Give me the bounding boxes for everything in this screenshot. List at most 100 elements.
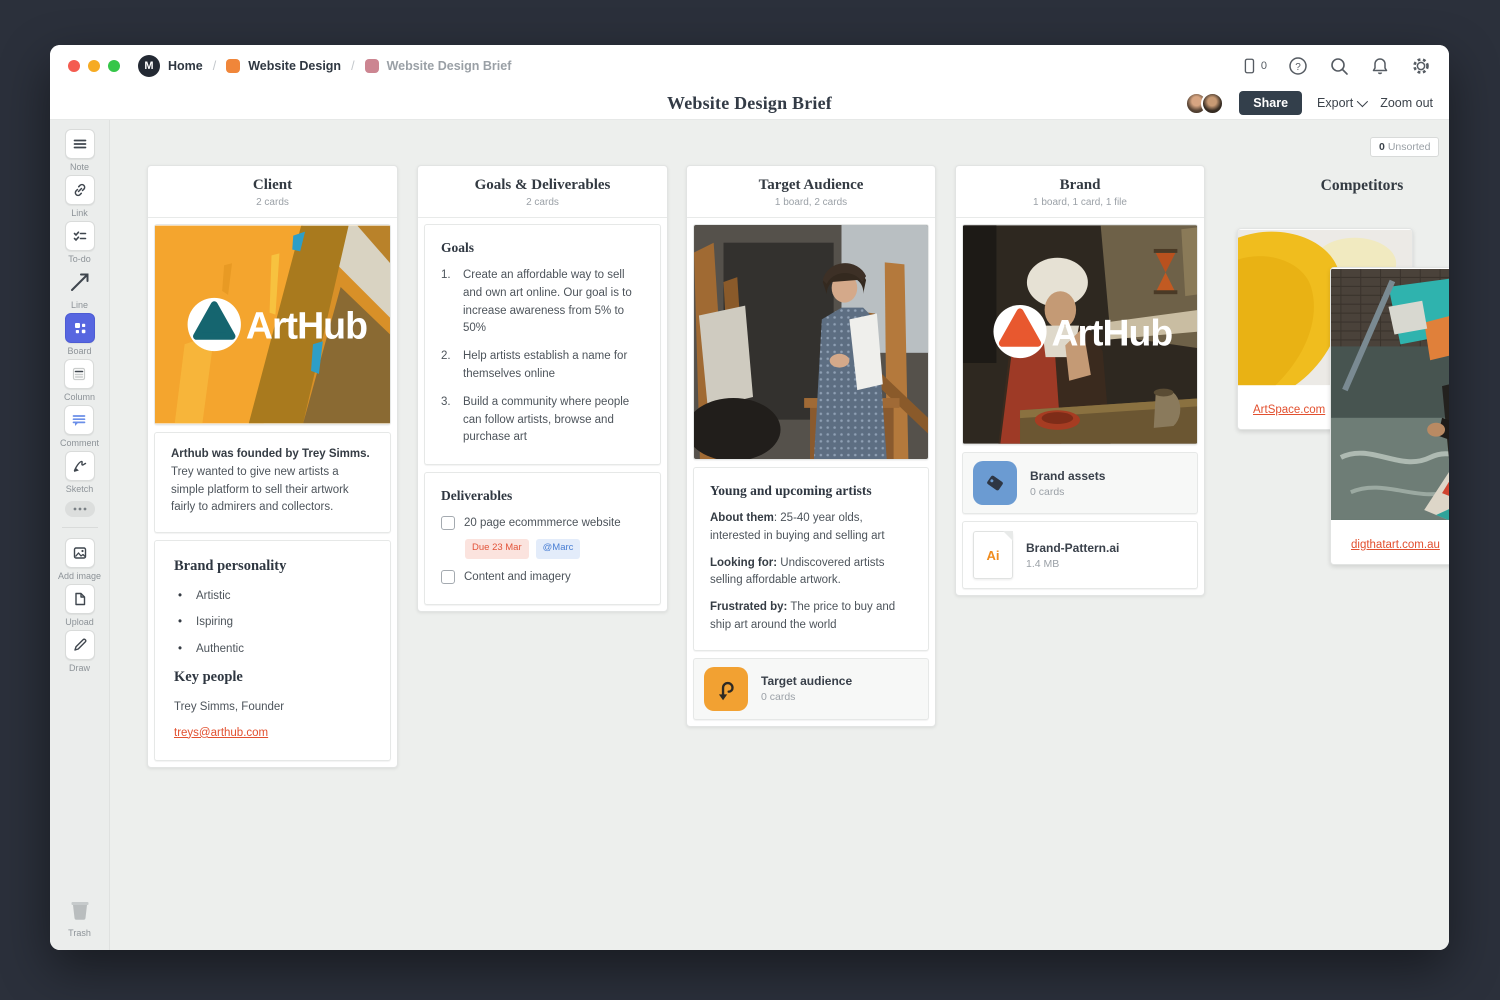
arthub-logo-text: ArtHub: [1052, 311, 1173, 353]
column-header[interactable]: Target Audience 1 board, 2 cards: [687, 166, 935, 218]
unsorted-badge[interactable]: 0Unsorted: [1370, 137, 1439, 157]
trash-icon: [67, 897, 93, 923]
image-card-brand-painting[interactable]: ArtHub: [962, 224, 1198, 445]
tool-label: Add image: [58, 571, 101, 581]
note-heading: Key people: [174, 667, 371, 689]
image-card-artist-studio[interactable]: [693, 224, 929, 460]
note-card-brand-personality[interactable]: Brand personality •Artistic •Ispiring •A…: [154, 540, 391, 761]
note-heading: Goals: [441, 238, 644, 259]
notifications-bell-icon[interactable]: [1370, 56, 1390, 76]
breadcrumb-project[interactable]: Website Design: [248, 59, 341, 73]
todo-checkbox[interactable]: [441, 570, 455, 584]
device-count: 0: [1261, 60, 1267, 72]
tool-sketch[interactable]: Sketch: [65, 451, 95, 494]
note-card-client-intro[interactable]: Arthub was founded by Trey Simms. Trey w…: [154, 432, 391, 533]
tool-board[interactable]: Board: [65, 313, 95, 356]
arthub-logo-text: ArtHub: [246, 304, 367, 346]
export-menu-button[interactable]: Export: [1317, 96, 1365, 110]
search-icon[interactable]: [1329, 56, 1349, 76]
tool-add-image[interactable]: Add image: [58, 538, 101, 581]
column-target-audience[interactable]: Target Audience 1 board, 2 cards: [686, 165, 936, 727]
tool-column[interactable]: Column: [64, 359, 95, 402]
window-controls[interactable]: [68, 60, 120, 72]
column-header[interactable]: Goals & Deliverables 2 cards: [418, 166, 667, 218]
tool-label: Board: [67, 346, 91, 356]
file-fold-corner: [1003, 531, 1013, 541]
chevron-down-icon: [1357, 96, 1368, 107]
note-card-audience-persona[interactable]: Young and upcoming artists About them: 2…: [693, 467, 929, 651]
tool-label: Column: [64, 392, 95, 402]
todo-item: Content and imagery: [441, 569, 644, 587]
milanote-logo-icon[interactable]: M: [138, 55, 160, 77]
todo-label: 20 page ecommmerce website: [464, 515, 621, 533]
due-date-tag[interactable]: Due 23 Mar: [465, 539, 529, 559]
column-title: Target Audience: [697, 177, 925, 194]
tool-draw[interactable]: Draw: [65, 630, 95, 673]
avatar[interactable]: [1201, 92, 1224, 115]
board-count: 0 cards: [1030, 486, 1105, 498]
unsorted-count: 0: [1379, 141, 1385, 153]
board-count: 0 cards: [761, 691, 852, 703]
assignee-tag[interactable]: @Marc: [536, 539, 581, 559]
close-window-button[interactable]: [68, 60, 80, 72]
column-brand[interactable]: Brand 1 board, 1 card, 1 file: [955, 165, 1205, 596]
tool-note[interactable]: Note: [65, 129, 95, 172]
minimize-window-button[interactable]: [88, 60, 100, 72]
note-bold-line: Arthub was founded by Trey Simms.: [171, 448, 370, 460]
column-client[interactable]: Client 2 cards: [147, 165, 398, 768]
header: M Home / Website Design / Website Design…: [50, 45, 1449, 120]
numbered-item: 3.Build a community where people can fol…: [441, 394, 644, 447]
digthatart-preview-image: [1331, 268, 1449, 521]
breadcrumb-current[interactable]: Website Design Brief: [387, 59, 512, 73]
note-body: Trey wanted to give new artists a simple…: [171, 464, 374, 517]
board-thumbnail-icon: [704, 667, 748, 711]
trash-dropzone[interactable]: Trash: [65, 895, 95, 938]
tool-line[interactable]: Line: [65, 267, 95, 310]
maximize-window-button[interactable]: [108, 60, 120, 72]
tool-comment[interactable]: Comment: [60, 405, 99, 448]
todo-checkbox[interactable]: [441, 516, 455, 530]
todo-card-deliverables[interactable]: Deliverables 20 page ecommmerce website …: [424, 472, 661, 604]
share-button[interactable]: Share: [1239, 91, 1302, 115]
app-window: M Home / Website Design / Website Design…: [50, 45, 1449, 950]
column-header[interactable]: Client 2 cards: [148, 166, 397, 218]
image-card-arthub-logo[interactable]: ArtHub: [154, 224, 391, 425]
line-arrow-icon: [68, 270, 92, 294]
section-title-competitors[interactable]: Competitors: [1252, 177, 1449, 195]
note-heading: Deliverables: [441, 486, 644, 507]
help-icon[interactable]: ?: [1288, 56, 1308, 76]
board-canvas[interactable]: 0Unsorted Client 2 cards: [110, 120, 1449, 950]
link-card-digthatart[interactable]: digthatart.com.au: [1330, 267, 1449, 565]
competitor-link[interactable]: ArtSpace.com: [1253, 404, 1325, 416]
settings-gear-icon[interactable]: [1411, 56, 1431, 76]
competitor-link[interactable]: digthatart.com.au: [1351, 539, 1440, 551]
tool-upload[interactable]: Upload: [65, 584, 95, 627]
breadcrumb-home[interactable]: Home: [168, 59, 203, 73]
tool-todo[interactable]: To-do: [65, 221, 95, 264]
column-title: Client: [158, 177, 387, 194]
board-title: Brand assets: [1030, 469, 1105, 483]
tool-label: Comment: [60, 438, 99, 448]
hook-arrow-icon: [713, 676, 739, 702]
file-title: Brand-Pattern.ai: [1026, 541, 1119, 555]
tool-label: Trash: [68, 928, 91, 938]
file-size: 1.4 MB: [1026, 558, 1119, 570]
board-card-target-audience[interactable]: Target audience 0 cards: [693, 658, 929, 720]
collaborator-avatars[interactable]: [1185, 92, 1224, 115]
tag-icon: [983, 471, 1007, 495]
more-tools-button[interactable]: [65, 501, 95, 517]
column-header[interactable]: Brand 1 board, 1 card, 1 file: [956, 166, 1204, 218]
tool-link[interactable]: Link: [65, 175, 95, 218]
arthub-paint-image: ArtHub: [155, 225, 391, 424]
column-goals-deliverables[interactable]: Goals & Deliverables 2 cards Goals 1.Cre…: [417, 165, 668, 612]
email-link[interactable]: treys@arthub.com: [174, 727, 268, 739]
zoom-out-button[interactable]: Zoom out: [1380, 96, 1433, 110]
add-image-icon: [72, 545, 88, 561]
board-card-brand-assets[interactable]: Brand assets 0 cards: [962, 452, 1198, 514]
file-card-brand-pattern[interactable]: Ai Brand-Pattern.ai 1.4 MB: [962, 521, 1198, 589]
mobile-device-button[interactable]: 0: [1240, 57, 1267, 75]
board-icon: [72, 320, 88, 336]
bullet-item: •Artistic: [178, 588, 371, 605]
column-count: 2 cards: [428, 197, 657, 208]
note-card-goals[interactable]: Goals 1.Create an affordable way to sell…: [424, 224, 661, 465]
